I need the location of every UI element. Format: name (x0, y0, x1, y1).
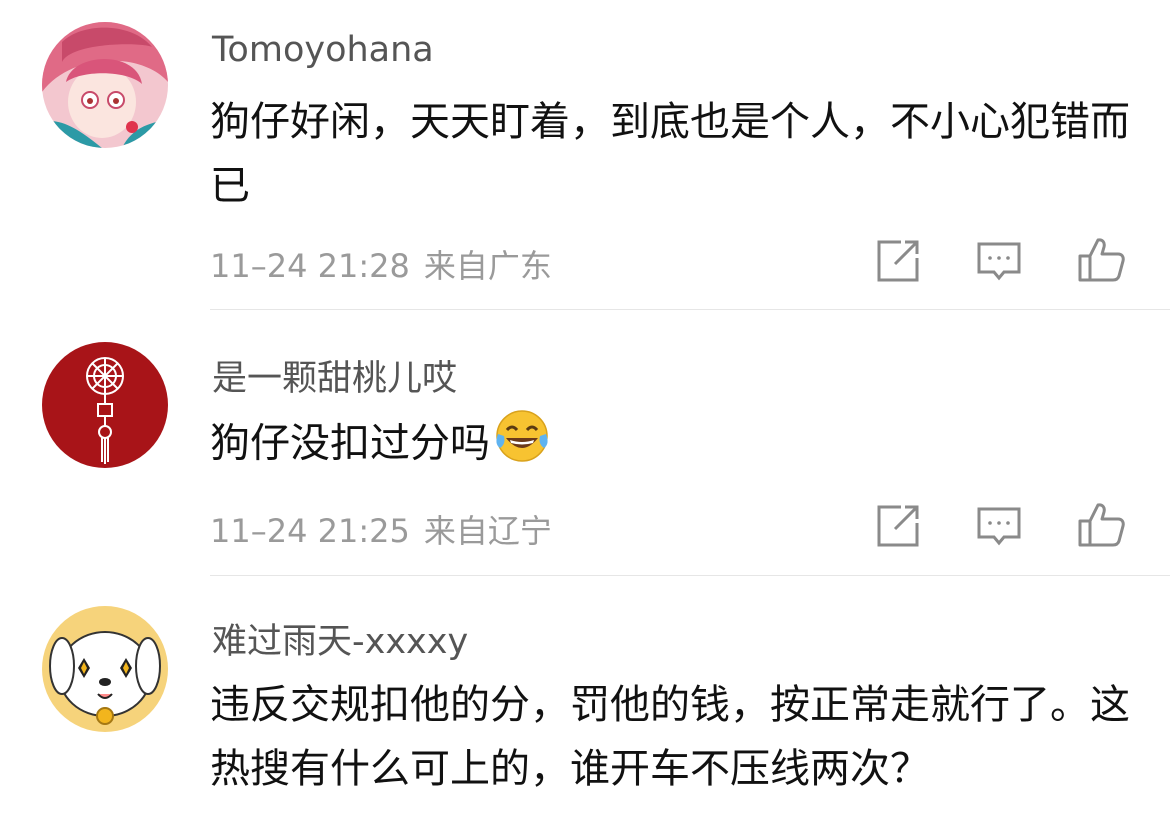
comment-meta: 11–24 21:25 来自辽宁 (210, 506, 552, 552)
username[interactable]: 是一颗甜桃儿哎 (212, 350, 457, 401)
comment-icon[interactable] (974, 236, 1024, 286)
like-icon[interactable] (1076, 234, 1126, 284)
avatar[interactable] (42, 22, 168, 148)
avatar[interactable] (42, 342, 168, 468)
timestamp: 11–24 21:28 (210, 247, 410, 285)
comment-item: 是一颗甜桃儿哎 狗仔没扣过分吗 11–24 21:25 来自辽宁 (0, 310, 1170, 575)
comment-text: 违反交规扣他的分，罚他的钱，按正常走就行了。这热搜有什么可上的，谁开车不压线两次… (210, 682, 1130, 792)
timestamp: 11–24 21:25 (210, 512, 410, 550)
username[interactable]: Tomoyohana (212, 30, 434, 70)
location: 来自辽宁 (423, 512, 552, 550)
tears-of-joy-emoji (494, 408, 550, 483)
comment-icon[interactable] (974, 501, 1024, 551)
share-icon[interactable] (873, 236, 923, 286)
avatar[interactable] (42, 606, 168, 732)
comment-text: 狗仔没扣过分吗 (210, 408, 1140, 483)
comment-meta: 11–24 21:28 来自广东 (210, 241, 552, 287)
comment-item: 难过雨天-xxxxy 违反交规扣他的分，罚他的钱，按正常走就行了。这热搜有什么可… (0, 576, 1170, 814)
like-icon[interactable] (1076, 499, 1126, 549)
share-icon[interactable] (873, 501, 923, 551)
username[interactable]: 难过雨天-xxxxy (212, 613, 468, 664)
comment-text: 狗仔好闲，天天盯着，到底也是个人，不小心犯错而已 (210, 99, 1130, 209)
comment-item: Tomoyohana 狗仔好闲，天天盯着，到底也是个人，不小心犯错而已 11–2… (0, 0, 1170, 310)
comment-text-body: 狗仔没扣过分吗 (210, 420, 490, 467)
location: 来自广东 (423, 247, 552, 285)
